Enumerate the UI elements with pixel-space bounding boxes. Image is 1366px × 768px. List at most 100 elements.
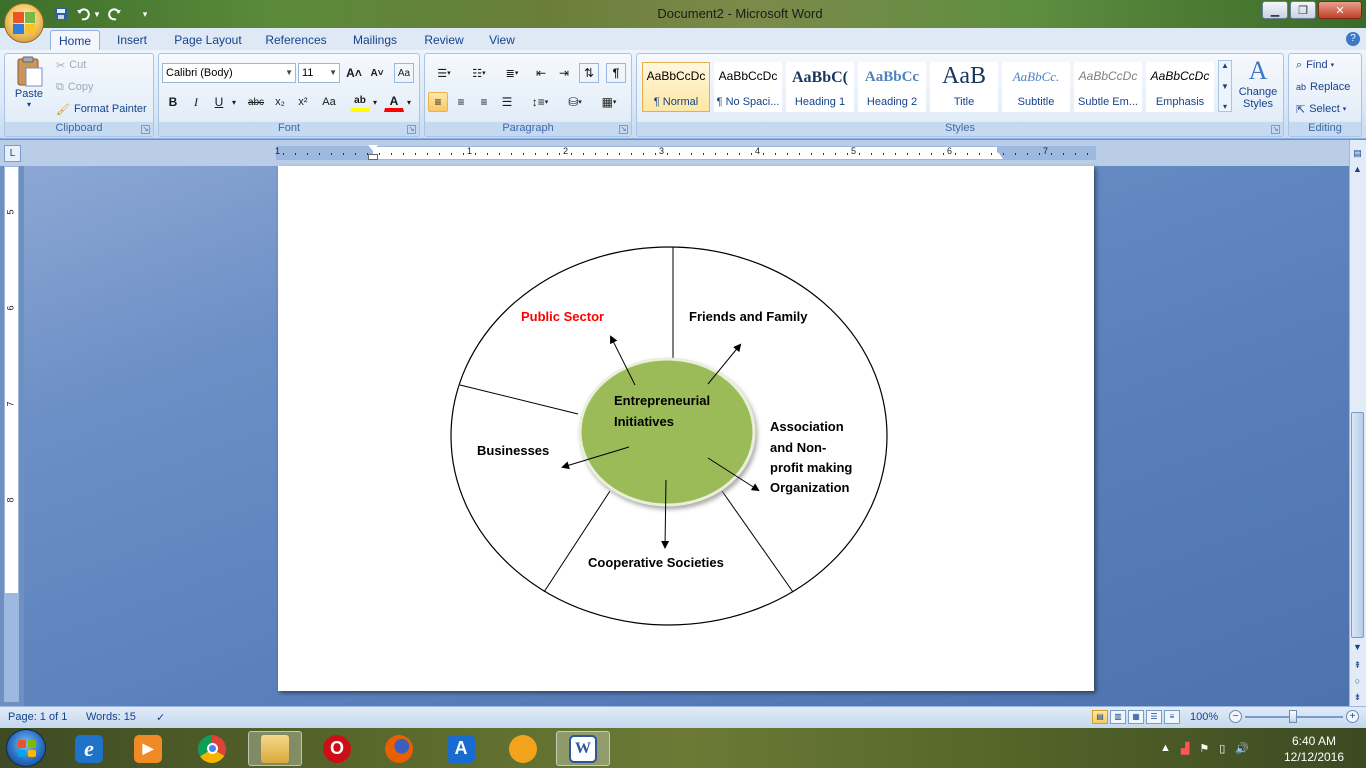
first-line-indent-marker[interactable]	[368, 145, 378, 151]
taskbar-uc-browser[interactable]	[496, 731, 550, 766]
left-indent-marker[interactable]	[368, 154, 378, 160]
document-page[interactable]: Public Sector Friends and Family Entrepr…	[278, 166, 1094, 691]
font-launcher-icon[interactable]: ↘	[407, 125, 416, 134]
show-marks-button[interactable]: ¶	[606, 63, 626, 83]
proofing-icon[interactable]: ✓	[156, 711, 165, 724]
grow-font-button[interactable]: A˄	[344, 63, 364, 83]
strikethrough-button[interactable]: abc	[244, 92, 268, 112]
start-button[interactable]	[6, 729, 46, 767]
borders-button[interactable]: ▦ ▾	[594, 92, 624, 112]
cut-button[interactable]: ✂ Cut	[56, 58, 86, 72]
italic-button[interactable]: I	[186, 92, 206, 112]
scroll-up-icon[interactable]: ▲	[1351, 162, 1364, 176]
taskbar-opera[interactable]: O	[310, 731, 364, 766]
zoom-level[interactable]: 100%	[1190, 711, 1218, 723]
copy-button[interactable]: ⧉ Copy	[56, 80, 94, 94]
right-indent-marker[interactable]	[993, 152, 1003, 159]
zoom-out-icon[interactable]: −	[1229, 710, 1242, 723]
clipboard-launcher-icon[interactable]: ↘	[141, 125, 150, 134]
style-subtitle[interactable]: AaBbCc. Subtitle	[1002, 62, 1070, 112]
battery-icon[interactable]: ▯	[1219, 742, 1225, 755]
shading-button[interactable]: ⛁ ▾	[560, 92, 590, 112]
web-layout-icon[interactable]: ▦	[1128, 710, 1144, 724]
show-hidden-icons-icon[interactable]: ▲	[1160, 742, 1171, 754]
bold-button[interactable]: B	[163, 92, 183, 112]
style-heading-1[interactable]: AaBbC( Heading 1	[786, 62, 854, 112]
clock[interactable]: 6:40 AM 12/12/2016	[1278, 733, 1350, 765]
underline-button[interactable]: U	[209, 92, 229, 112]
format-painter-button[interactable]: 🖌 Format Painter	[56, 102, 147, 116]
undo-icon[interactable]	[74, 4, 92, 24]
browse-object-icon[interactable]: ○	[1351, 674, 1364, 688]
taskbar-media-player[interactable]: ▶	[121, 731, 175, 766]
taskbar-firefox[interactable]	[372, 731, 426, 766]
align-left-button[interactable]: ≡	[428, 92, 448, 112]
paragraph-launcher-icon[interactable]: ↘	[619, 125, 628, 134]
font-size-combo[interactable]: 11 ▼	[298, 63, 340, 83]
print-layout-icon[interactable]: ▤	[1092, 710, 1108, 724]
taskbar-chrome[interactable]	[185, 731, 239, 766]
paste-button[interactable]: Paste ▾	[10, 56, 48, 116]
style-no-spacing[interactable]: AaBbCcDc ¶ No Spaci...	[714, 62, 782, 112]
shrink-font-button[interactable]: A˅	[367, 63, 387, 83]
replace-button[interactable]: ab Replace	[1296, 80, 1350, 94]
volume-icon[interactable]: 🔊	[1235, 742, 1249, 755]
align-right-button[interactable]: ≡	[474, 92, 494, 112]
close-button[interactable]: ✕	[1318, 1, 1362, 19]
tab-selector[interactable]: L	[4, 145, 21, 162]
scrollbar-thumb[interactable]	[1351, 412, 1364, 638]
maximize-button[interactable]: ❐	[1290, 1, 1316, 19]
style-subtle-emphasis[interactable]: AaBbCcDc Subtle Em...	[1074, 62, 1142, 112]
network-signal-icon[interactable]: ▟	[1181, 742, 1189, 755]
next-page-icon[interactable]: ⇟	[1351, 690, 1364, 704]
numbering-button[interactable]: ☷ ▾	[463, 63, 495, 83]
help-icon[interactable]: ?	[1346, 32, 1360, 46]
previous-page-icon[interactable]: ⇞	[1351, 658, 1364, 672]
diagram[interactable]: Public Sector Friends and Family Entrepr…	[278, 166, 1094, 691]
select-button[interactable]: ⇱ Select ▾	[1296, 102, 1346, 116]
justify-button[interactable]: ☰	[497, 92, 517, 112]
line-spacing-button[interactable]: ↕≡ ▾	[525, 92, 555, 112]
center-ellipse[interactable]	[578, 357, 756, 507]
tab-review[interactable]: Review	[416, 30, 472, 50]
font-color-dropdown-icon[interactable]: ▾	[404, 92, 414, 112]
full-screen-reading-icon[interactable]: ▥	[1110, 710, 1126, 724]
undo-dropdown-icon[interactable]: ▼	[92, 4, 102, 24]
styles-launcher-icon[interactable]: ↘	[1271, 125, 1280, 134]
action-center-icon[interactable]: ⚑	[1199, 742, 1209, 755]
subscript-button[interactable]: x₂	[270, 92, 290, 112]
highlight-button[interactable]: ab	[350, 92, 370, 112]
ruler-toggle-icon[interactable]: ▤	[1351, 146, 1364, 160]
decrease-indent-button[interactable]: ⇤	[531, 63, 551, 83]
find-button[interactable]: ⌕ Find ▾	[1296, 58, 1334, 72]
highlight-dropdown-icon[interactable]: ▾	[370, 92, 380, 112]
tab-view[interactable]: View	[480, 30, 524, 50]
multilevel-list-button[interactable]: ≣ ▾	[498, 63, 526, 83]
tab-insert[interactable]: Insert	[108, 30, 156, 50]
change-styles-button[interactable]: A Change Styles	[1236, 56, 1280, 118]
page-count[interactable]: Page: 1 of 1	[8, 711, 67, 723]
style-heading-2[interactable]: AaBbCc Heading 2	[858, 62, 926, 112]
redo-icon[interactable]	[106, 4, 124, 24]
style-title[interactable]: AaB Title	[930, 62, 998, 112]
tab-references[interactable]: References	[258, 30, 334, 50]
word-count[interactable]: Words: 15	[86, 711, 136, 723]
bullets-button[interactable]: ☰ ▾	[428, 63, 460, 83]
horizontal-ruler[interactable]: 1 1 2 3 4 5 6 7	[275, 145, 1096, 160]
font-color-button[interactable]: A	[384, 92, 404, 112]
increase-indent-button[interactable]: ⇥	[554, 63, 574, 83]
customize-qat-icon[interactable]: ▾	[136, 4, 154, 24]
underline-dropdown-icon[interactable]: ▾	[229, 92, 239, 112]
draft-icon[interactable]: ≡	[1164, 710, 1180, 724]
change-case-button[interactable]: Aa	[316, 92, 342, 112]
tab-page-layout[interactable]: Page Layout	[168, 30, 248, 50]
zoom-slider-thumb[interactable]	[1289, 710, 1297, 723]
scroll-down-icon[interactable]: ▼	[1351, 640, 1364, 654]
vertical-ruler[interactable]: 5 6 7 8	[4, 166, 19, 702]
align-center-button[interactable]: ≡	[451, 92, 471, 112]
tab-home[interactable]: Home	[50, 30, 100, 50]
zoom-in-icon[interactable]: +	[1346, 710, 1359, 723]
taskbar-file-explorer[interactable]	[248, 731, 302, 766]
taskbar-internet-explorer[interactable]: e	[62, 731, 116, 766]
tab-mailings[interactable]: Mailings	[344, 30, 406, 50]
